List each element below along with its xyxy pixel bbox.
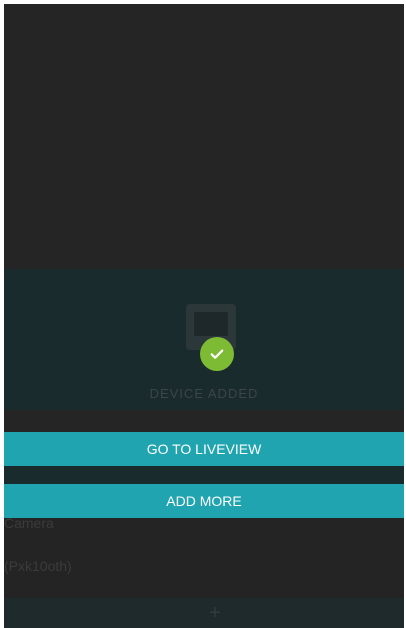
list-item-label: Camera: [4, 515, 54, 531]
go-to-liveview-button[interactable]: GO TO LIVEVIEW: [4, 432, 404, 466]
plus-icon[interactable]: +: [207, 603, 223, 623]
device-screen: [194, 312, 228, 336]
add-more-button[interactable]: ADD MORE: [4, 484, 404, 518]
bottom-bar: [4, 598, 404, 628]
app-screen: DEVICE ADDED GO TO LIVEVIEW ADD MORE Cam…: [4, 4, 404, 628]
button-separator: [4, 466, 404, 484]
list-item-subtitle: (Pxk10oth): [4, 558, 72, 574]
device-added-label: DEVICE ADDED: [149, 386, 259, 401]
checkmark-icon: [200, 337, 234, 371]
